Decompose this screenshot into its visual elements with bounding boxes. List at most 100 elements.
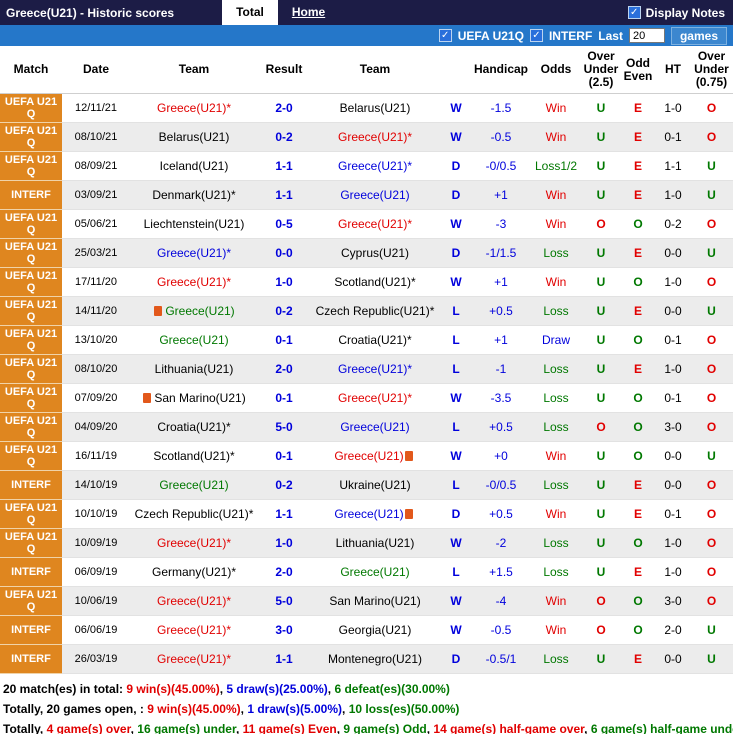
ht-score-cell: 0-1 [656, 122, 690, 152]
over-under-25-cell: U [582, 354, 620, 384]
over-under-25-cell: U [582, 499, 620, 529]
odds-result-cell: Win [530, 209, 582, 239]
tab-home[interactable]: Home [278, 0, 339, 25]
home-team-cell: Greece(U21)* [130, 644, 258, 674]
team-link[interactable]: Ukraine(U21) [339, 478, 410, 492]
home-team-cell: Greece(U21)* [130, 586, 258, 616]
team-link[interactable]: Greece(U21)* [157, 623, 231, 637]
away-team-cell: Greece(U21) [310, 180, 440, 210]
away-team-cell: Ukraine(U21) [310, 470, 440, 500]
team-link[interactable]: Greece(U21)* [157, 652, 231, 666]
over-under-25-cell: U [582, 441, 620, 471]
handicap-cell: +1 [472, 180, 530, 210]
ht-score-cell: 1-0 [656, 93, 690, 123]
team-link[interactable]: Liechtenstein(U21) [144, 217, 245, 231]
team-link[interactable]: Croatia(U21)* [157, 420, 230, 434]
team-link[interactable]: Greece(U21) [159, 333, 228, 347]
handicap-cell: -0/0.5 [472, 151, 530, 181]
over-under-25-cell: O [582, 209, 620, 239]
team-link[interactable]: Belarus(U21) [340, 101, 411, 115]
odds-result-cell: Draw [530, 325, 582, 355]
team-link[interactable]: Montenegro(U21) [328, 652, 422, 666]
team-link[interactable]: Georgia(U21) [339, 623, 412, 637]
score-cell: 0-2 [258, 122, 310, 152]
summary-segment: 16 game(s) under [137, 722, 236, 734]
date-cell: 10/06/19 [62, 586, 130, 616]
team-link[interactable]: Lithuania(U21) [336, 536, 415, 550]
result-letter-cell: L [440, 296, 472, 326]
handicap-cell: -0.5 [472, 615, 530, 645]
team-link[interactable]: Greece(U21) [340, 188, 409, 202]
team-link[interactable]: Lithuania(U21) [155, 362, 234, 376]
odds-result-cell: Loss [530, 644, 582, 674]
ht-score-cell: 1-1 [656, 151, 690, 181]
team-link[interactable]: Greece(U21) [340, 420, 409, 434]
team-link[interactable]: Iceland(U21) [160, 159, 229, 173]
team-link[interactable]: Greece(U21)* [338, 159, 412, 173]
games-button[interactable]: games [670, 26, 727, 45]
odds-result-cell: Win [530, 615, 582, 645]
display-notes-group: ✓ Display Notes [627, 5, 733, 20]
interf-checkbox[interactable]: ✓ [529, 29, 543, 42]
odds-result-cell: Win [530, 586, 582, 616]
team-link[interactable]: Greece(U21) [334, 449, 403, 463]
team-link[interactable]: Denmark(U21)* [152, 188, 235, 202]
odd-even-cell: E [620, 354, 656, 384]
team-link[interactable]: Czech Republic(U21)* [316, 304, 435, 318]
team-link[interactable]: Scotland(U21)* [153, 449, 234, 463]
top-bar: Greece(U21) - Historic scores Total Home… [0, 0, 733, 25]
home-team-cell: Greece(U21) [130, 470, 258, 500]
column-header [440, 46, 472, 94]
date-cell: 06/09/19 [62, 557, 130, 587]
team-link[interactable]: Greece(U21)* [157, 101, 231, 115]
event-flag-icon [154, 305, 163, 316]
date-cell: 08/10/21 [62, 122, 130, 152]
team-link[interactable]: Croatia(U21)* [338, 333, 411, 347]
summary-segment: Totally, [3, 722, 47, 734]
team-link[interactable]: Czech Republic(U21)* [135, 507, 254, 521]
team-link[interactable]: Greece(U21) [159, 478, 228, 492]
team-link[interactable]: Greece(U21)* [157, 536, 231, 550]
team-link[interactable]: Greece(U21)* [338, 130, 412, 144]
team-link[interactable]: Greece(U21) [334, 507, 403, 521]
result-letter-cell: L [440, 470, 472, 500]
games-count-input[interactable] [628, 28, 665, 43]
display-notes-label: Display Notes [645, 5, 725, 20]
team-link[interactable]: Greece(U21)* [157, 275, 231, 289]
odds-result-cell: Loss [530, 557, 582, 587]
team-link[interactable]: Greece(U21)* [157, 246, 231, 260]
tab-total[interactable]: Total [222, 0, 278, 25]
team-link[interactable]: Greece(U21) [165, 304, 234, 318]
ht-score-cell: 0-0 [656, 296, 690, 326]
team-link[interactable]: Germany(U21)* [152, 565, 236, 579]
column-header: HT [656, 46, 690, 94]
team-link[interactable]: Greece(U21)* [338, 391, 412, 405]
over-under-075-cell: O [690, 528, 733, 558]
uefa-u21q-checkbox[interactable]: ✓ [438, 29, 452, 42]
date-cell: 03/09/21 [62, 180, 130, 210]
team-link[interactable]: Scotland(U21)* [334, 275, 415, 289]
date-cell: 14/10/19 [62, 470, 130, 500]
away-team-cell: Cyprus(U21) [310, 238, 440, 268]
away-team-cell: Greece(U21)* [310, 151, 440, 181]
team-link[interactable]: San Marino(U21) [329, 594, 420, 608]
team-link[interactable]: Greece(U21) [340, 565, 409, 579]
team-link[interactable]: Greece(U21)* [157, 594, 231, 608]
team-link[interactable]: Greece(U21)* [338, 217, 412, 231]
odd-even-cell: O [620, 441, 656, 471]
ht-score-cell: 1-0 [656, 557, 690, 587]
summary-segment: 9 game(s) Odd [343, 722, 427, 734]
home-team-cell: Liechtenstein(U21) [130, 209, 258, 239]
team-link[interactable]: Cyprus(U21) [341, 246, 409, 260]
competition-cell: INTERF [0, 557, 62, 587]
score-cell: 0-1 [258, 325, 310, 355]
odds-result-cell: Win [530, 267, 582, 297]
display-notes-checkbox[interactable]: ✓ [627, 6, 641, 19]
date-cell: 07/09/20 [62, 383, 130, 413]
team-link[interactable]: Greece(U21)* [338, 362, 412, 376]
team-link[interactable]: Belarus(U21) [159, 130, 230, 144]
ht-score-cell: 1-0 [656, 528, 690, 558]
over-under-25-cell: U [582, 528, 620, 558]
ht-score-cell: 0-1 [656, 383, 690, 413]
team-link[interactable]: San Marino(U21) [154, 391, 245, 405]
